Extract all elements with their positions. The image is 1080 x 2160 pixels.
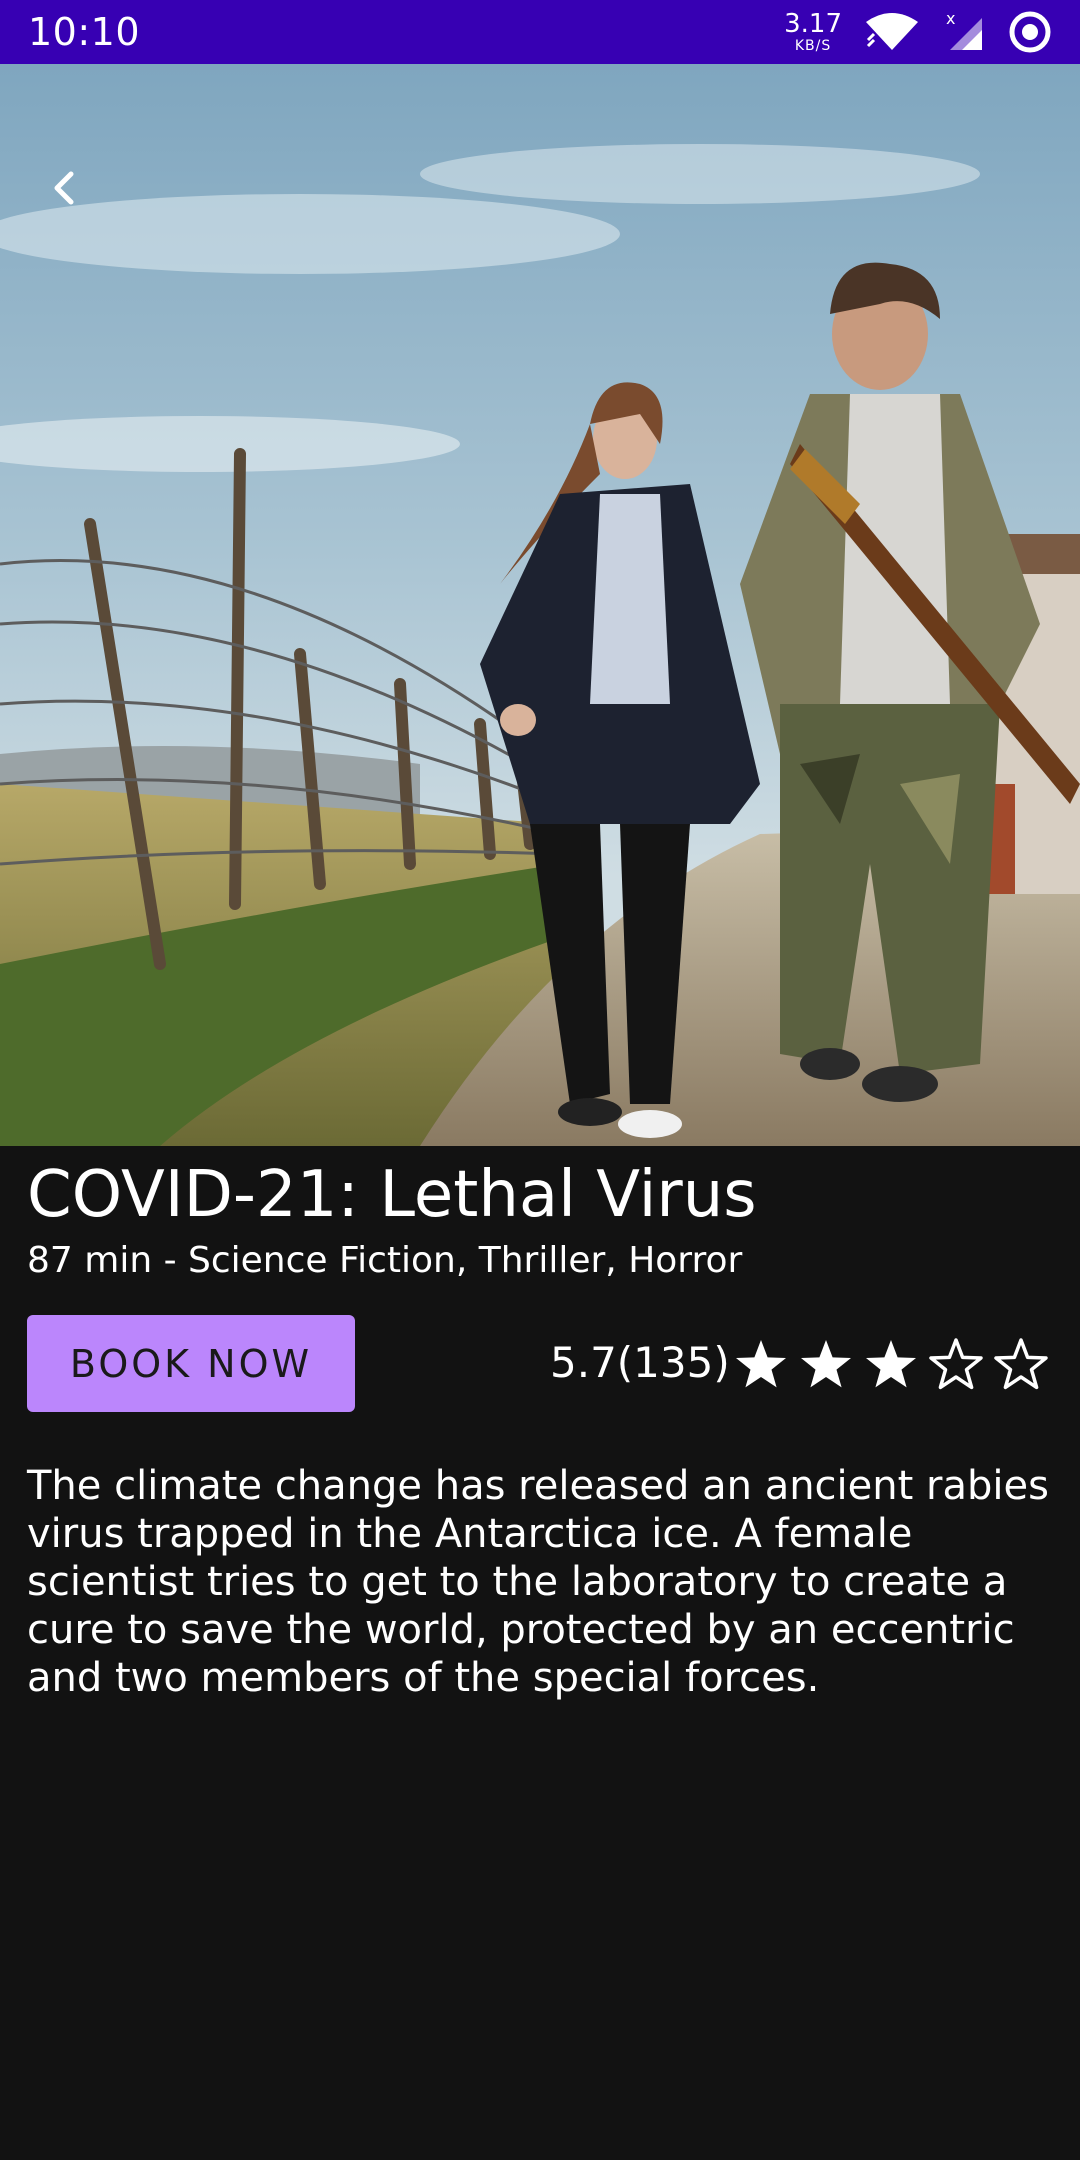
status-icons: 3.17 KB/S x	[784, 10, 1052, 54]
network-speed: 3.17 KB/S	[784, 11, 842, 53]
star-filled-icon	[801, 1340, 851, 1388]
wifi-icon	[866, 13, 918, 50]
star-filled-icon	[866, 1340, 916, 1388]
movie-description: The climate change has released an ancie…	[27, 1463, 1049, 1701]
movie-detail-screen: 10:10 3.17 KB/S x COVID-21: Lethal Virus…	[0, 0, 1080, 2160]
back-button[interactable]	[36, 160, 92, 216]
cellular-signal-icon: x	[946, 10, 982, 50]
movie-meta: 87 min - Science Fiction, Thriller, Horr…	[27, 1240, 743, 1281]
star-outline-icon	[929, 1338, 983, 1390]
star-outline-icon	[994, 1338, 1048, 1390]
network-speed-value: 3.17	[784, 9, 842, 39]
rating-stars	[733, 1337, 1049, 1393]
rating-text: 5.7(135)	[550, 1338, 730, 1387]
sync-circle-icon	[1009, 11, 1051, 53]
network-speed-unit: KB/S	[794, 38, 832, 54]
movie-backdrop-image	[0, 64, 1080, 1146]
chevron-left-icon	[54, 171, 74, 205]
backdrop-illustration	[0, 64, 1080, 1146]
movie-title: COVID-21: Lethal Virus	[27, 1158, 757, 1232]
star-filled-icon	[736, 1340, 786, 1388]
status-time: 10:10	[28, 10, 141, 54]
svg-text:x: x	[946, 10, 955, 28]
status-bar: 10:10 3.17 KB/S x	[0, 0, 1080, 64]
book-now-button[interactable]: BOOK NOW	[27, 1315, 355, 1412]
